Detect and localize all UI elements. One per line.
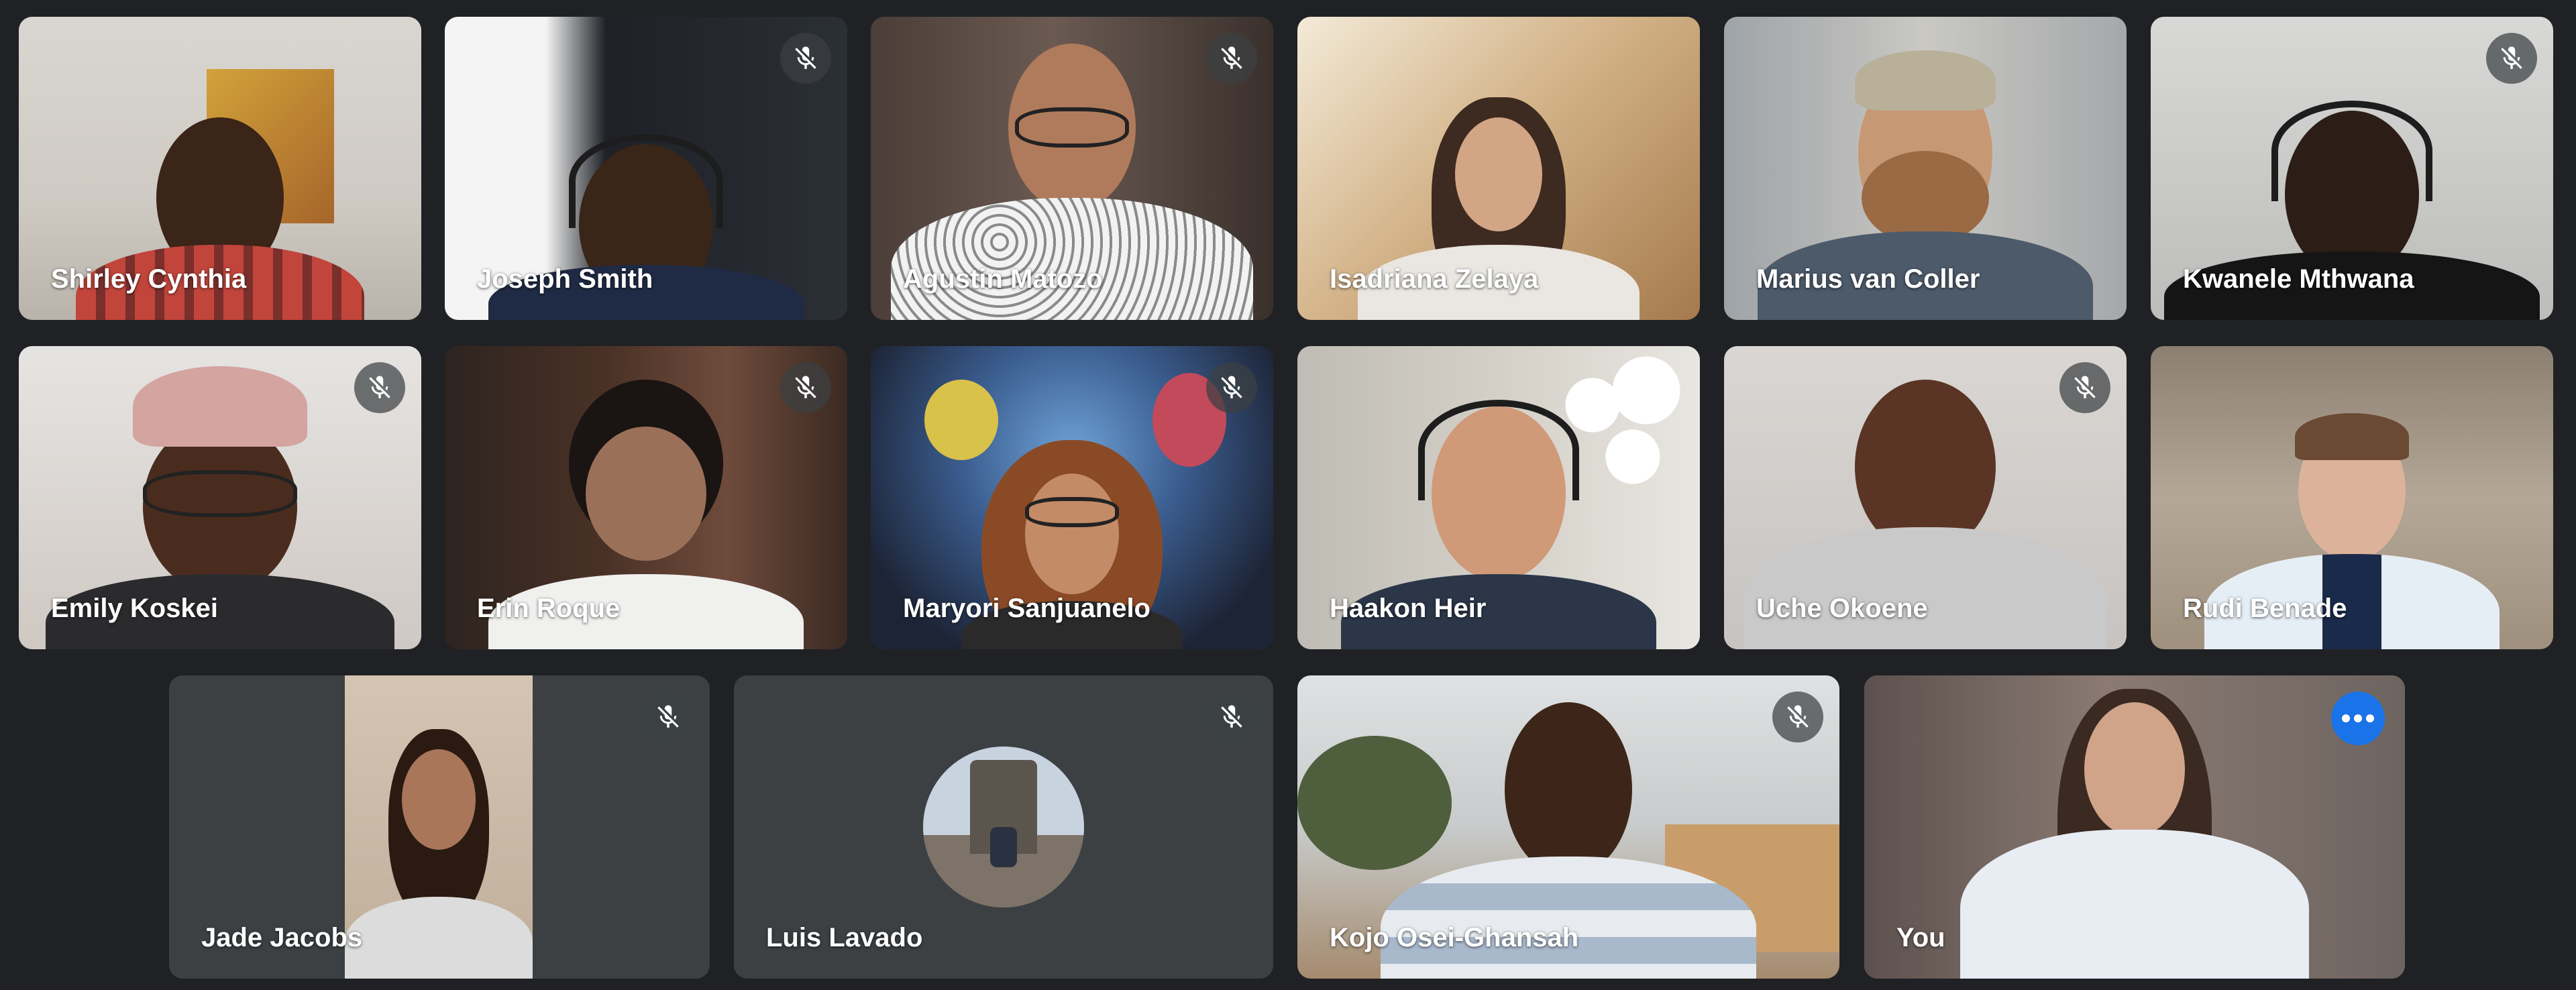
glasses bbox=[1015, 107, 1129, 148]
mute-indicator bbox=[1206, 33, 1257, 84]
more-options-button[interactable] bbox=[2331, 692, 2385, 745]
participant-name: Isadriana Zelaya bbox=[1330, 264, 1539, 294]
participant-tile[interactable]: Uche Okoene bbox=[1724, 346, 2127, 649]
mute-indicator bbox=[643, 692, 694, 742]
participant-tile[interactable]: Kwanele Mthwana bbox=[2151, 17, 2553, 320]
mic-off-icon bbox=[2074, 376, 2096, 398]
participant-tile[interactable]: Marius van Coller bbox=[1724, 17, 2127, 320]
participant-face bbox=[586, 427, 706, 561]
participant-name: Shirley Cynthia bbox=[51, 264, 247, 294]
participant-name: Haakon Heir bbox=[1330, 594, 1487, 623]
mute-indicator bbox=[1772, 692, 1823, 742]
background-tree bbox=[1297, 736, 1452, 870]
participant-tile[interactable]: Isadriana Zelaya bbox=[1297, 17, 1700, 320]
participant-beard bbox=[1862, 151, 1989, 245]
mic-off-icon bbox=[1221, 376, 1242, 398]
participant-tile[interactable]: Agustin Matozo bbox=[871, 17, 1273, 320]
participant-face bbox=[2084, 702, 2185, 836]
participant-body bbox=[1744, 527, 2106, 649]
participant-name: Emily Koskei bbox=[51, 594, 219, 623]
avatar bbox=[923, 747, 1084, 908]
participant-tile[interactable]: Luis Lavado bbox=[734, 675, 1273, 979]
participant-name: Uche Okoene bbox=[1756, 594, 1928, 623]
mute-indicator bbox=[2059, 362, 2110, 413]
participant-name: Joseph Smith bbox=[477, 264, 653, 294]
participant-tile[interactable]: Joseph Smith bbox=[445, 17, 847, 320]
participant-name: Maryori Sanjuanelo bbox=[903, 594, 1150, 623]
participant-video bbox=[345, 675, 533, 979]
headphones bbox=[1418, 400, 1579, 500]
participant-tile[interactable]: Emily Koskei bbox=[19, 346, 421, 649]
mic-off-icon bbox=[369, 376, 390, 398]
mute-indicator bbox=[780, 362, 831, 413]
glasses bbox=[143, 470, 297, 517]
participant-name: Rudi Benade bbox=[2183, 594, 2347, 623]
participant-face bbox=[1455, 117, 1542, 231]
participant-name: You bbox=[1896, 923, 1945, 952]
headphones bbox=[2271, 101, 2432, 201]
mute-indicator bbox=[2486, 33, 2537, 84]
mute-indicator bbox=[1206, 362, 1257, 413]
participant-name: Agustin Matozo bbox=[903, 264, 1103, 294]
mute-indicator bbox=[354, 362, 405, 413]
participant-face bbox=[1025, 474, 1119, 594]
mic-off-icon bbox=[2501, 46, 2522, 69]
mute-indicator bbox=[1206, 692, 1257, 742]
mute-indicator bbox=[780, 33, 831, 84]
participant-head bbox=[1505, 702, 1632, 877]
participant-body bbox=[891, 198, 1253, 320]
mic-off-icon bbox=[657, 705, 679, 728]
more-options-icon bbox=[2342, 714, 2374, 722]
mic-off-icon bbox=[1787, 705, 1809, 728]
glasses bbox=[1025, 497, 1119, 527]
participant-name: Jade Jacobs bbox=[201, 923, 363, 952]
participant-hair bbox=[2295, 413, 2409, 460]
participant-name: Luis Lavado bbox=[766, 923, 923, 952]
participant-name: Kwanele Mthwana bbox=[2183, 264, 2414, 294]
avatar-person bbox=[990, 827, 1017, 867]
self-view-tile[interactable]: You bbox=[1864, 675, 2405, 979]
participant-body bbox=[1960, 830, 2309, 979]
participant-name: Erin Roque bbox=[477, 594, 621, 623]
participant-tile[interactable]: Rudi Benade bbox=[2151, 346, 2553, 649]
mic-off-icon bbox=[1221, 705, 1242, 728]
mic-off-icon bbox=[795, 46, 816, 69]
participant-tile[interactable]: Maryori Sanjuanelo bbox=[871, 346, 1273, 649]
participant-face bbox=[402, 749, 476, 850]
participant-name: Kojo Osei-Ghansah bbox=[1330, 923, 1579, 952]
background-character bbox=[924, 380, 998, 460]
participant-tile[interactable]: Jade Jacobs bbox=[169, 675, 710, 979]
participant-cap bbox=[133, 366, 307, 447]
participant-tile[interactable]: Shirley Cynthia bbox=[19, 17, 421, 320]
mic-off-icon bbox=[795, 376, 816, 398]
participant-tile[interactable]: Kojo Osei-Ghansah bbox=[1297, 675, 1839, 979]
participant-body bbox=[345, 897, 533, 979]
headphones bbox=[569, 134, 723, 228]
participant-name: Marius van Coller bbox=[1756, 264, 1980, 294]
participant-tile[interactable]: Erin Roque bbox=[445, 346, 847, 649]
mic-off-icon bbox=[1221, 46, 1242, 69]
participant-cap bbox=[1855, 50, 1996, 111]
participant-tile[interactable]: Haakon Heir bbox=[1297, 346, 1700, 649]
